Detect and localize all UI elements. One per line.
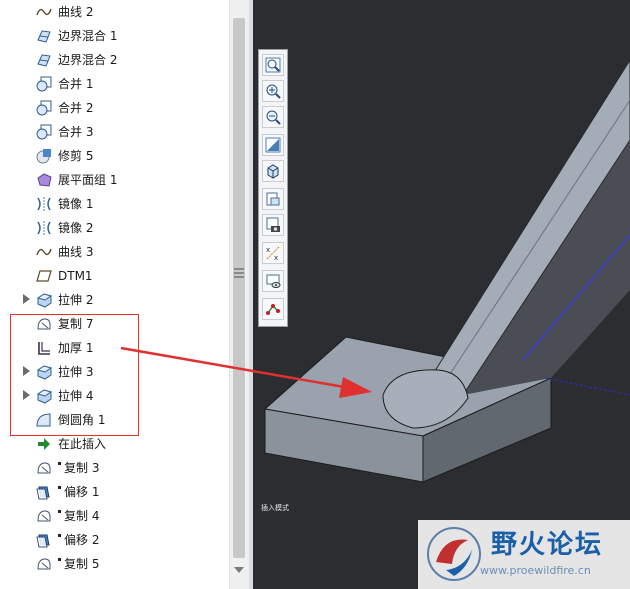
watermark: 野火论坛 www.proewildfire.cn: [418, 520, 630, 589]
annotation-arrow: [120, 346, 372, 398]
watermark-title: 野火论坛: [491, 530, 604, 560]
forum-logo-icon: [427, 527, 481, 581]
mode-label: 插入模式: [261, 504, 289, 512]
watermark-url: www.proewildfire.cn: [480, 564, 591, 577]
